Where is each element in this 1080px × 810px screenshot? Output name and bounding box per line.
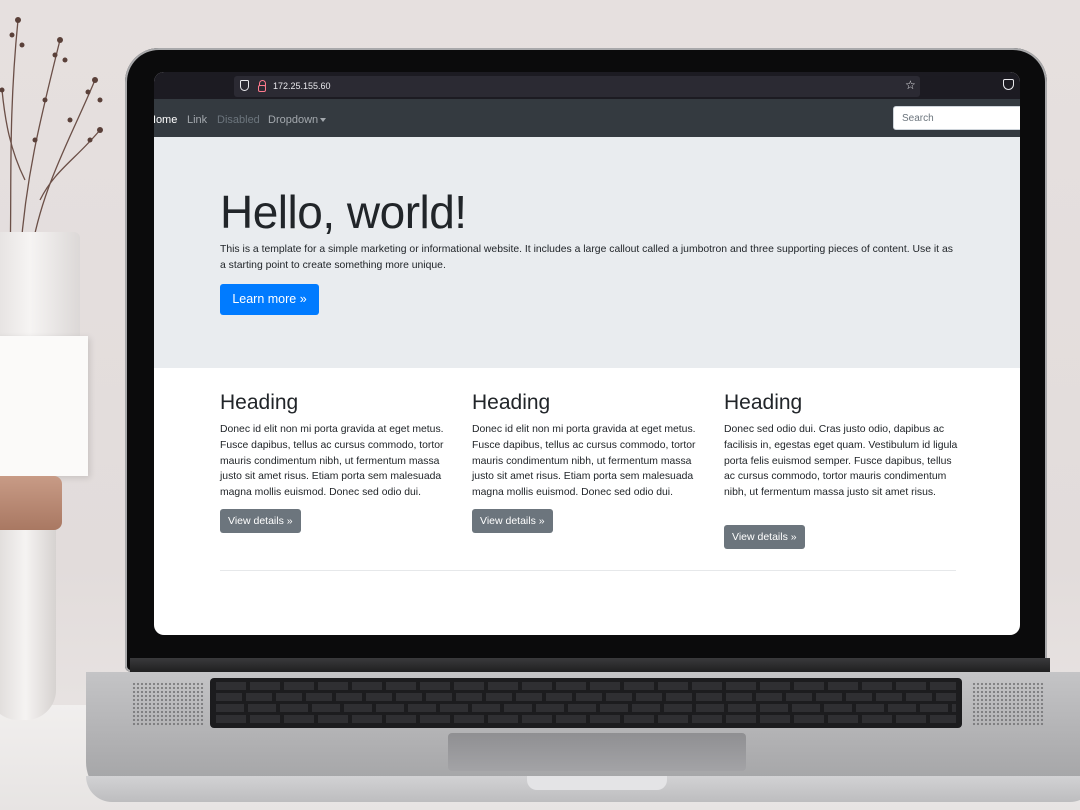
pocket-icon[interactable] [1003, 79, 1014, 90]
nav-home-link[interactable]: Home [154, 114, 177, 126]
key-row [216, 693, 956, 701]
laptop-notch [527, 776, 667, 790]
keyboard [210, 678, 962, 728]
content-column: Heading Donec sed odio dui. Cras justo o… [724, 390, 958, 549]
column-text: Donec sed odio dui. Cras justo odio, dap… [724, 424, 958, 499]
column-heading: Heading [220, 391, 299, 414]
laptop-screen: 172.25.155.60 ☆ Home Link Disabled Dropd… [154, 72, 1020, 635]
lock-icon[interactable] [258, 80, 266, 92]
caret-down-icon[interactable] [320, 118, 326, 122]
key-row [216, 704, 956, 712]
view-details-button[interactable]: View details » [220, 509, 301, 533]
key-row [216, 682, 956, 690]
url-text[interactable]: 172.25.155.60 [273, 81, 331, 91]
navbar: Home Link Disabled Dropdown [154, 99, 1020, 137]
key-row [216, 715, 956, 723]
nav-disabled-link: Disabled [217, 114, 260, 126]
shield-icon[interactable] [240, 80, 249, 91]
jumbotron-title: Hello, world! [220, 186, 467, 238]
paper-card [0, 336, 88, 476]
browser-toolbar: 172.25.155.60 ☆ [154, 72, 1020, 99]
speaker-grille-right [972, 682, 1044, 726]
column-text: Donec id elit non mi porta gravida at eg… [220, 424, 444, 499]
vase [0, 232, 80, 352]
nav-link[interactable]: Link [187, 114, 207, 126]
address-bar[interactable] [234, 76, 920, 97]
star-icon[interactable]: ☆ [905, 78, 916, 92]
column-text: Donec id elit non mi porta gravida at eg… [472, 424, 696, 499]
divider [220, 570, 956, 571]
content-column: Heading Donec id elit non mi porta gravi… [220, 390, 454, 533]
trackpad [448, 733, 746, 771]
jar-lid [0, 476, 62, 530]
ceramic-jar [0, 520, 56, 720]
photo-scene: 172.25.155.60 ☆ Home Link Disabled Dropd… [0, 0, 1080, 810]
view-details-button[interactable]: View details » [724, 525, 805, 549]
speaker-grille-left [132, 682, 204, 726]
search-input[interactable] [893, 106, 1020, 130]
learn-more-button[interactable]: Learn more » [220, 284, 319, 315]
column-heading: Heading [472, 391, 551, 414]
jumbotron-text: This is a template for a simple marketin… [220, 244, 953, 271]
dried-flowers [0, 17, 103, 260]
view-details-button[interactable]: View details » [472, 509, 553, 533]
nav-dropdown-toggle[interactable]: Dropdown [268, 114, 318, 126]
column-heading: Heading [724, 391, 803, 414]
jumbotron: Hello, world! This is a template for a s… [154, 137, 1020, 368]
content-column: Heading Donec id elit non mi porta gravi… [472, 390, 706, 533]
